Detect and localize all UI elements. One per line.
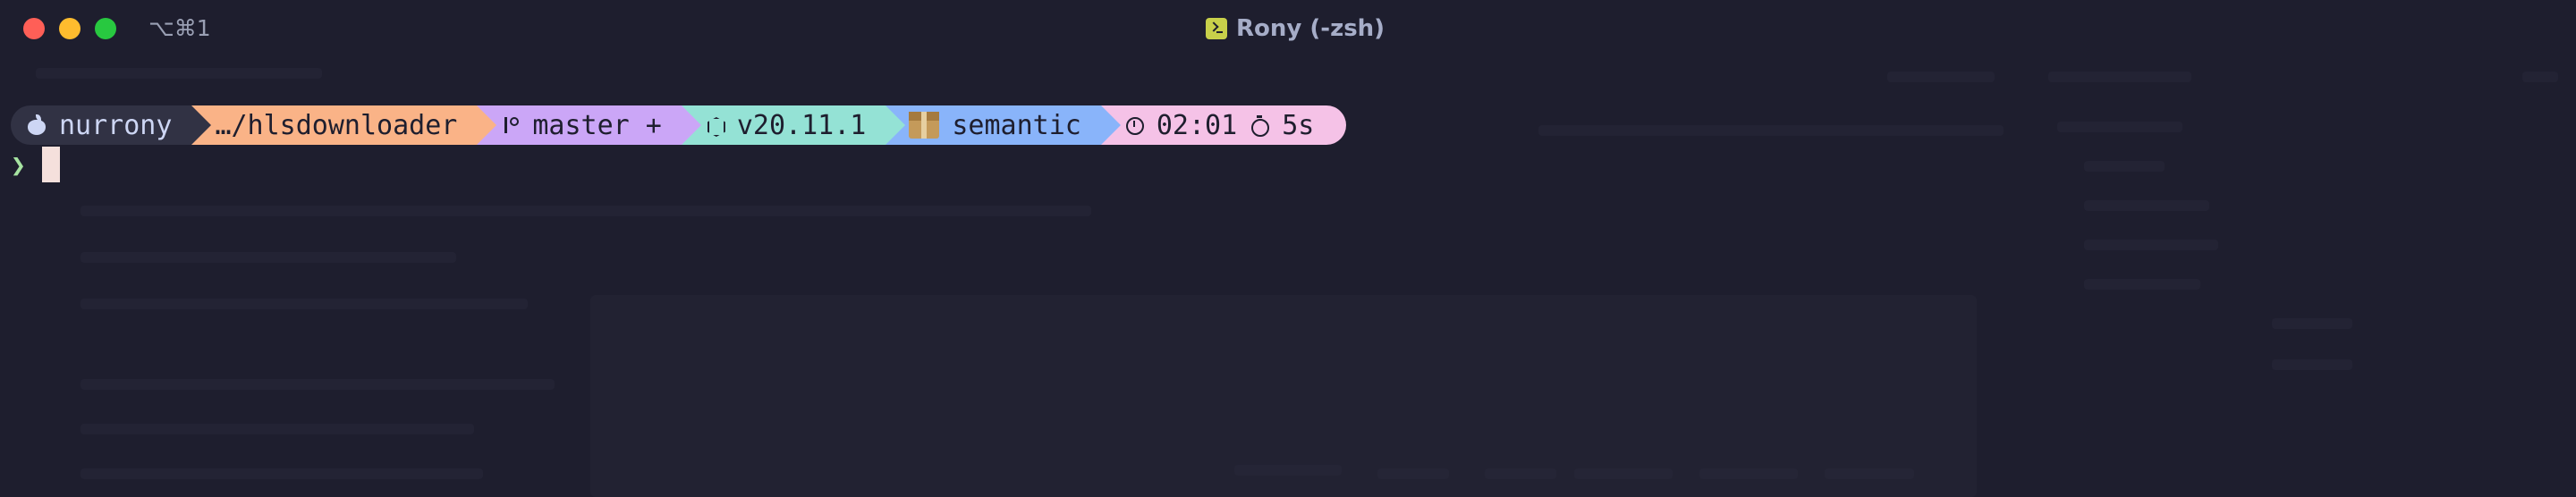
prompt-segment-user: nurrony [11, 105, 212, 145]
prompt-node-version: v20.11.1 [736, 109, 867, 141]
package-box-icon [909, 112, 940, 139]
background-ghost [80, 424, 474, 434]
background-ghost [1538, 125, 2004, 136]
prompt-time: 02:01 [1156, 109, 1238, 141]
prompt-user: nurrony [59, 109, 173, 141]
title-bar: ⌥⌘1 Rony (-zsh) [0, 0, 2576, 57]
window-shortcut-label: ⌥⌘1 [148, 15, 211, 41]
background-ghost [1377, 468, 1449, 479]
background-ghost [1699, 468, 1798, 479]
background-ghost [80, 379, 555, 390]
background-ghost [2272, 318, 2352, 329]
background-ghost [1825, 468, 1914, 479]
prompt-segment-node: v20.11.1 [681, 105, 906, 145]
prompt-segment-git: master + [477, 105, 701, 145]
background-ghost [1574, 468, 1673, 479]
terminal-window: ⌥⌘1 Rony (-zsh) nurrony …/hlsdownloader … [0, 0, 2576, 497]
background-ghost [1887, 72, 1995, 82]
window-title: Rony (-zsh) [1206, 13, 1385, 45]
background-ghost [2084, 161, 2165, 172]
git-branch-icon [500, 115, 520, 135]
background-ghost [1485, 468, 1556, 479]
segment-separator [477, 105, 497, 145]
segment-separator [191, 105, 212, 145]
close-window-button[interactable] [23, 18, 45, 39]
background-ghost [80, 206, 1091, 216]
background-ghost [1234, 465, 1342, 476]
prompt-path: …/hlsdownloader [215, 109, 458, 141]
shell-prompt: nurrony …/hlsdownloader master + v20.11.… [11, 105, 1347, 145]
background-ghost [2084, 200, 2209, 211]
background-ghost [2522, 72, 2558, 82]
clock-icon [1124, 115, 1144, 135]
segment-separator [886, 105, 906, 145]
background-ghost [80, 252, 456, 263]
segment-separator [681, 105, 701, 145]
prompt-segment-path: …/hlsdownloader [191, 105, 497, 145]
background-ghost [2272, 359, 2352, 370]
command-input-line[interactable]: ❯ [11, 145, 60, 184]
prompt-package: semantic [952, 109, 1081, 141]
background-ghost [80, 299, 528, 309]
prompt-symbol: ❯ [11, 149, 26, 180]
minimize-window-button[interactable] [59, 18, 80, 39]
background-ghost [2048, 72, 2191, 82]
prompt-duration: 5s [1282, 109, 1315, 141]
background-ghost [2084, 240, 2218, 250]
stopwatch-icon [1250, 115, 1270, 137]
prompt-segment-time: 02:01 5s [1100, 105, 1347, 145]
segment-separator [1100, 105, 1121, 145]
terminal-icon [1206, 18, 1227, 39]
background-ghost [2057, 122, 2182, 132]
nodejs-icon [705, 115, 724, 135]
text-cursor[interactable] [41, 147, 60, 182]
prompt-segment-package: semantic [886, 105, 1121, 145]
background-ghost [36, 68, 322, 79]
background-ghost [2084, 279, 2200, 290]
prompt-git-branch: master + [532, 109, 662, 141]
apple-icon [27, 114, 47, 135]
zoom-window-button[interactable] [95, 18, 116, 39]
background-ghost [80, 468, 483, 479]
window-title-text: Rony (-zsh) [1236, 15, 1385, 42]
